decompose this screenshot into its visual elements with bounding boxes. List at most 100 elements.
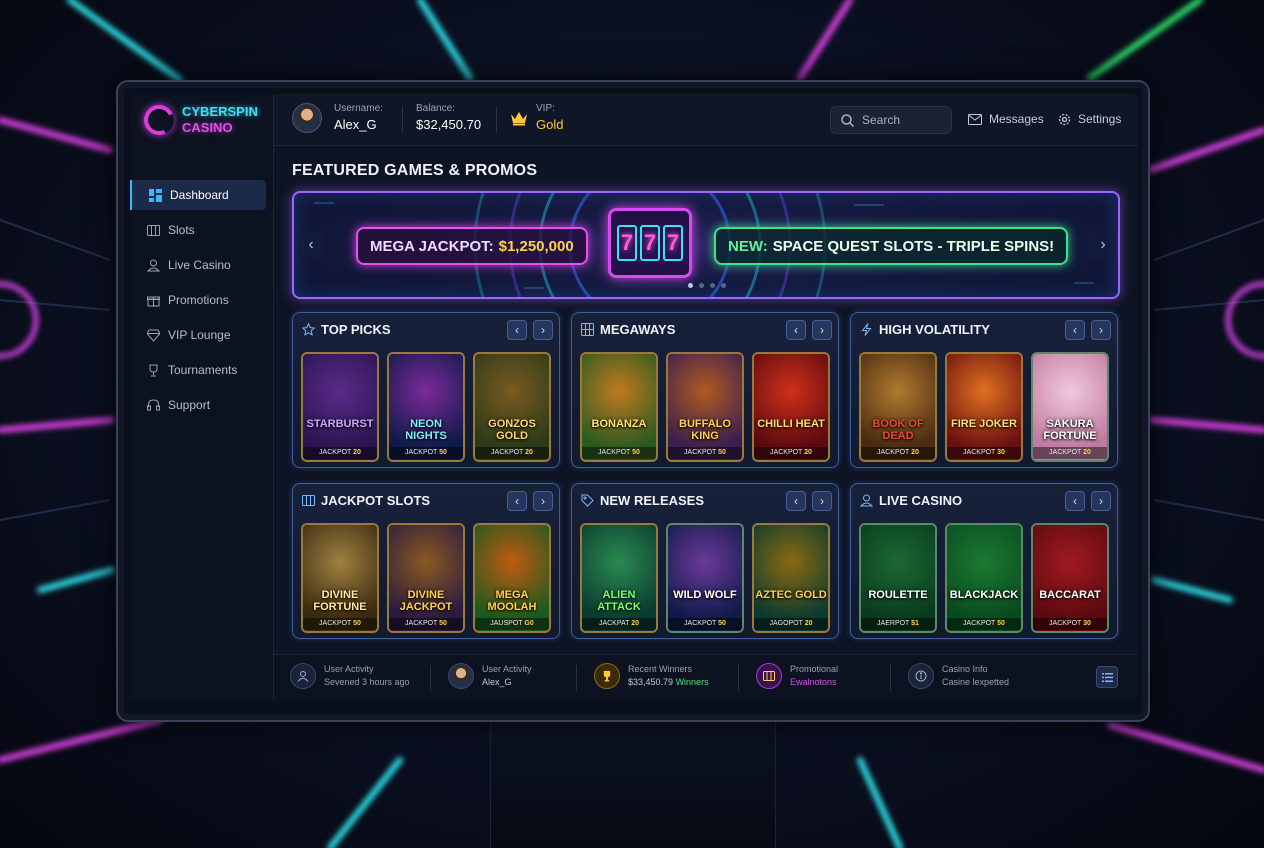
panel-prev-button[interactable]: ‹ xyxy=(1065,491,1085,511)
game-jackpot: JACKPOT 50 xyxy=(582,447,656,459)
sidebar-item-promotions[interactable]: Promotions xyxy=(130,285,266,315)
jackpot-label: JACKPOT xyxy=(963,449,996,456)
featured-banner[interactable]: ‹ › MEGA JACKPOT: $1,250,000 7 7 7 NEW: … xyxy=(292,191,1120,299)
sidebar-item-live-casino[interactable]: Live Casino xyxy=(130,250,266,280)
panel-prev-button[interactable]: ‹ xyxy=(507,320,527,340)
jackpot-label: JACKPAT xyxy=(598,620,630,627)
panel-next-button[interactable]: › xyxy=(1091,320,1111,340)
game-thumbnail xyxy=(475,525,549,631)
promo-mega-jackpot[interactable]: MEGA JACKPOT: $1,250,000 xyxy=(356,227,588,265)
footer-sub: Sevened 3 hours ago xyxy=(324,677,410,687)
game-card[interactable]: BLACKJACK JACKPOT 50 xyxy=(945,523,1023,633)
jackpot-value: 20 xyxy=(804,449,812,456)
username-value: Alex_G xyxy=(334,117,377,132)
game-thumbnail xyxy=(668,525,742,631)
game-card[interactable]: BOOK OF DEAD JACKPOT 20 xyxy=(859,352,937,462)
jackpot-value: 50 xyxy=(632,449,640,456)
game-card[interactable]: AZTEC GOLD JAGOPOT 20 xyxy=(752,523,830,633)
chevron-right-icon: › xyxy=(541,323,545,337)
panel-next-button[interactable]: › xyxy=(533,491,553,511)
footer-title: User Activity xyxy=(482,664,532,674)
game-card[interactable]: GONZOS GOLD JACKPOT 20 xyxy=(473,352,551,462)
brand-logo[interactable]: CYBERSPIN CASINO xyxy=(139,100,258,140)
jackpot-value: 20 xyxy=(1083,449,1091,456)
star-icon xyxy=(301,322,315,336)
game-title: CHILLI HEAT xyxy=(757,418,825,430)
panel-prev-button[interactable]: ‹ xyxy=(507,491,527,511)
game-card[interactable]: ALIEN ATTACK JACKPAT 20 xyxy=(580,523,658,633)
trophy-icon xyxy=(146,363,160,377)
messages-link[interactable]: Messages xyxy=(968,112,1044,126)
panel-prev-button[interactable]: ‹ xyxy=(786,491,806,511)
game-card[interactable]: ROULETTE JAERPOT $1 xyxy=(859,523,937,633)
jackpot-label: JACKPOT xyxy=(319,620,352,627)
chevron-right-icon: › xyxy=(1099,323,1103,337)
panel-next-button[interactable]: › xyxy=(812,320,832,340)
sidebar-item-support[interactable]: Support xyxy=(130,390,266,420)
footer-item-recent-winners[interactable]: Recent Winners $33,450.79 Winners xyxy=(594,663,709,689)
panel-title: HIGH VOLATILITY xyxy=(859,321,990,337)
sidebar-item-vip-lounge[interactable]: VIP Lounge xyxy=(130,320,266,350)
game-card[interactable]: STARBURST JACKPOT 20 xyxy=(301,352,379,462)
sidebar-item-slots[interactable]: Slots xyxy=(130,215,266,245)
activity-footer: User Activity Sevened 3 hours ago User Ac… xyxy=(274,654,1138,700)
chevron-left-icon: ‹ xyxy=(1073,494,1077,508)
jackpot-value: 20 xyxy=(911,449,919,456)
user-avatar[interactable] xyxy=(292,103,322,133)
panel-prev-button[interactable]: ‹ xyxy=(1065,320,1085,340)
jackpot-value: 50 xyxy=(997,620,1005,627)
game-title: DIVINE JACKPOT xyxy=(399,589,453,613)
headset-icon xyxy=(146,398,160,412)
game-panel-top-picks: TOP PICKS ‹ › STARBURST JACKPOT 20 NEON NIGHT… xyxy=(292,312,560,468)
footer-item-user[interactable]: User Activity Alex_G xyxy=(448,663,532,689)
panel-next-button[interactable]: › xyxy=(1091,491,1111,511)
panel-next-button[interactable]: › xyxy=(533,320,553,340)
slot-machine-icon: 7 7 7 xyxy=(608,208,692,278)
game-card[interactable]: DIVINE JACKPOT JACKPOT 50 xyxy=(387,523,465,633)
footer-title: Promotional xyxy=(790,664,839,674)
game-card[interactable]: BACCARAT JACKPOT 30 xyxy=(1031,523,1109,633)
game-card[interactable]: FIRE JOKER JACKPOT 30 xyxy=(945,352,1023,462)
carousel-dot[interactable] xyxy=(688,283,693,288)
game-card[interactable]: WILD WOLF JACKPOT 50 xyxy=(666,523,744,633)
panel-title-text: NEW RELEASES xyxy=(600,492,705,508)
banner-next-button[interactable]: › xyxy=(1090,231,1116,259)
game-card[interactable]: SAKURA FORTUNE JACKPOT 20 xyxy=(1031,352,1109,462)
game-card[interactable]: BUFFALO KING JACKPOT 50 xyxy=(666,352,744,462)
trophy-icon xyxy=(594,663,620,689)
search-input[interactable]: Search xyxy=(830,106,952,134)
panel-prev-button[interactable]: ‹ xyxy=(786,320,806,340)
carousel-dot[interactable] xyxy=(710,283,715,288)
panel-next-button[interactable]: › xyxy=(812,491,832,511)
game-jackpot: JACKPOT 20 xyxy=(754,447,828,459)
banner-prev-button[interactable]: ‹ xyxy=(298,231,324,259)
dealer-icon xyxy=(146,258,160,272)
jackpot-label: JACKPOT xyxy=(877,449,910,456)
footer-item-casino-info[interactable]: Casino Info Casine lexpetted xyxy=(908,663,1009,689)
promo-label: MEGA JACKPOT: xyxy=(370,237,494,255)
game-title: AZTEC GOLD xyxy=(755,589,827,601)
panel-title: MEGAWAYS xyxy=(580,321,675,337)
top-header: Username: Alex_G Balance: $32,450.70 VIP… xyxy=(274,94,1138,146)
sidebar-item-dashboard[interactable]: Dashboard xyxy=(130,180,266,210)
game-card[interactable]: NEON NIGHTS JACKPOT 50 xyxy=(387,352,465,462)
carousel-dot[interactable] xyxy=(699,283,704,288)
game-jackpot: JACKPOT 30 xyxy=(947,447,1021,459)
footer-sub: Casine lexpetted xyxy=(942,677,1010,687)
carousel-dot[interactable] xyxy=(721,283,726,288)
page-title: FEATURED GAMES & PROMOS xyxy=(292,162,538,179)
promo-space-quest[interactable]: NEW: SPACE QUEST SLOTS - TRIPLE SPINS! xyxy=(714,227,1069,265)
game-thumbnail xyxy=(861,525,935,631)
lightning-icon xyxy=(859,322,873,336)
footer-item-user-activity[interactable]: User Activity Sevened 3 hours ago xyxy=(290,663,410,689)
footer-menu-button[interactable] xyxy=(1096,666,1118,688)
game-card[interactable]: DIVINE FORTUNE JACKPOT 50 xyxy=(301,523,379,633)
footer-item-promotional[interactable]: Promotional Ewalnotons xyxy=(756,663,838,689)
game-card[interactable]: BONANZA JACKPOT 50 xyxy=(580,352,658,462)
game-card[interactable]: MEGA MOOLAH JAUSPOT G0 xyxy=(473,523,551,633)
game-card[interactable]: CHILLI HEAT JACKPOT 20 xyxy=(752,352,830,462)
sidebar-item-tournaments[interactable]: Tournaments xyxy=(130,355,266,385)
footer-title: Recent Winners xyxy=(628,664,693,674)
settings-link[interactable]: Settings xyxy=(1058,112,1121,126)
game-thumbnail xyxy=(668,354,742,460)
